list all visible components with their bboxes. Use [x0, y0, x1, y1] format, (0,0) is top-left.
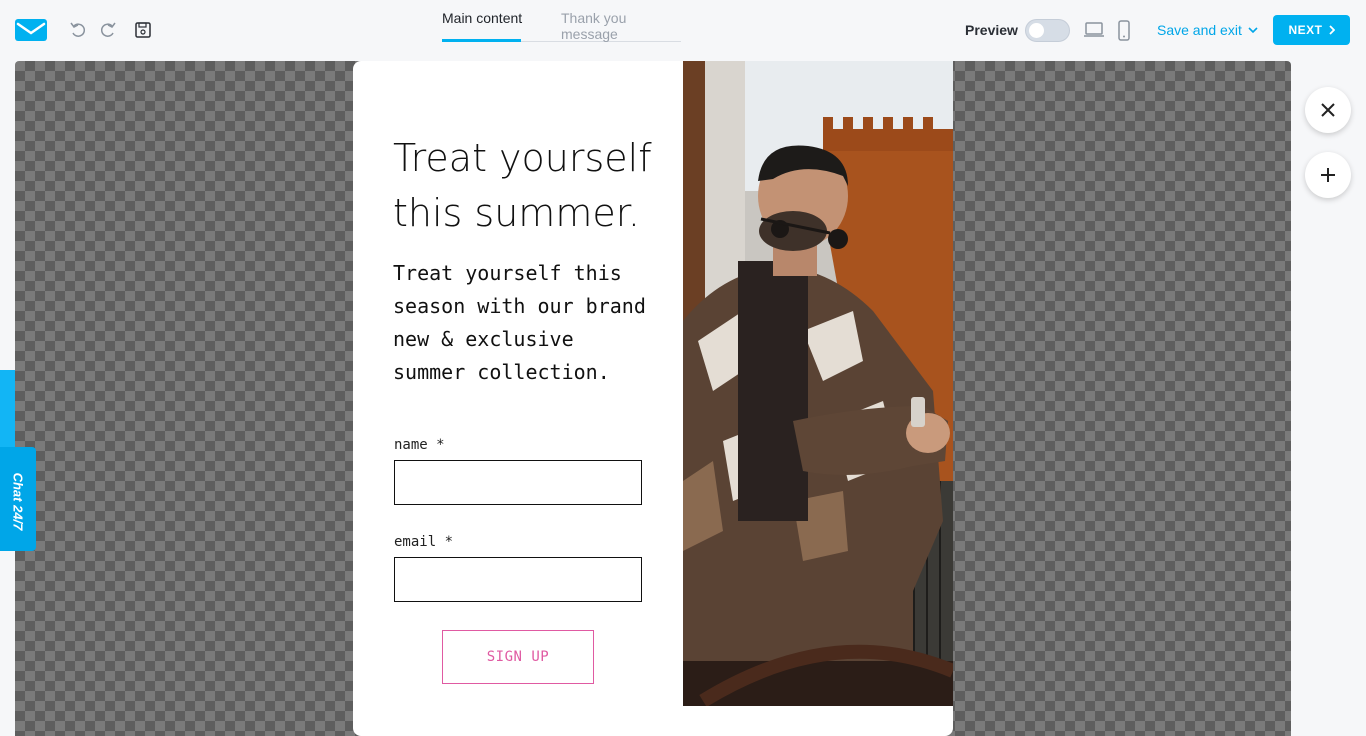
chat-label: Chat 24/7: [10, 472, 26, 530]
chat-tab-peek[interactable]: [0, 370, 15, 448]
undo-icon[interactable]: [68, 20, 88, 40]
save-and-exit-label: Save and exit: [1157, 22, 1242, 38]
save-and-exit-menu[interactable]: Save and exit: [1157, 22, 1258, 38]
email-field[interactable]: [394, 557, 642, 602]
save-icon[interactable]: [133, 20, 153, 40]
chat-label-wrapper: Chat 24/7: [5, 461, 31, 541]
name-field-label: name *: [394, 437, 445, 453]
popup-body-text[interactable]: Treat yourself this season with our bran…: [393, 257, 653, 389]
add-element-button[interactable]: [1305, 152, 1351, 198]
add-icon: [1321, 168, 1335, 182]
sign-up-button[interactable]: SIGN UP: [442, 630, 594, 684]
next-button[interactable]: NEXT: [1273, 15, 1350, 45]
chevron-down-icon: [1248, 27, 1258, 34]
close-icon: [1321, 103, 1335, 117]
preview-toggle[interactable]: [1025, 19, 1070, 42]
active-tab-indicator: [442, 39, 521, 42]
toggle-knob: [1029, 23, 1044, 38]
photo-illustration: [683, 61, 953, 706]
next-label: NEXT: [1288, 23, 1323, 37]
redo-icon[interactable]: [98, 20, 118, 40]
popup-form[interactable]: Treat yourself this summer. Treat yourse…: [353, 61, 953, 736]
preview-label: Preview: [965, 22, 1018, 38]
content-tabs: Main content Thank you message: [442, 0, 681, 42]
top-toolbar: Main content Thank you message Preview S…: [0, 0, 1366, 61]
chat-widget-tab[interactable]: Chat 24/7: [0, 447, 36, 551]
close-button[interactable]: [1305, 87, 1351, 133]
email-field-label: email *: [394, 534, 454, 550]
chevron-right-icon: [1328, 25, 1335, 35]
logo-envelope-icon[interactable]: [15, 19, 47, 41]
tab-thank-you-message[interactable]: Thank you message: [561, 10, 681, 42]
popup-headline[interactable]: Treat yourself this summer.: [393, 131, 653, 241]
mobile-icon[interactable]: [1117, 20, 1131, 41]
popup-photo[interactable]: [683, 61, 953, 706]
tab-main-content[interactable]: Main content: [442, 10, 522, 26]
name-field[interactable]: [394, 460, 642, 505]
desktop-icon[interactable]: [1083, 21, 1105, 39]
